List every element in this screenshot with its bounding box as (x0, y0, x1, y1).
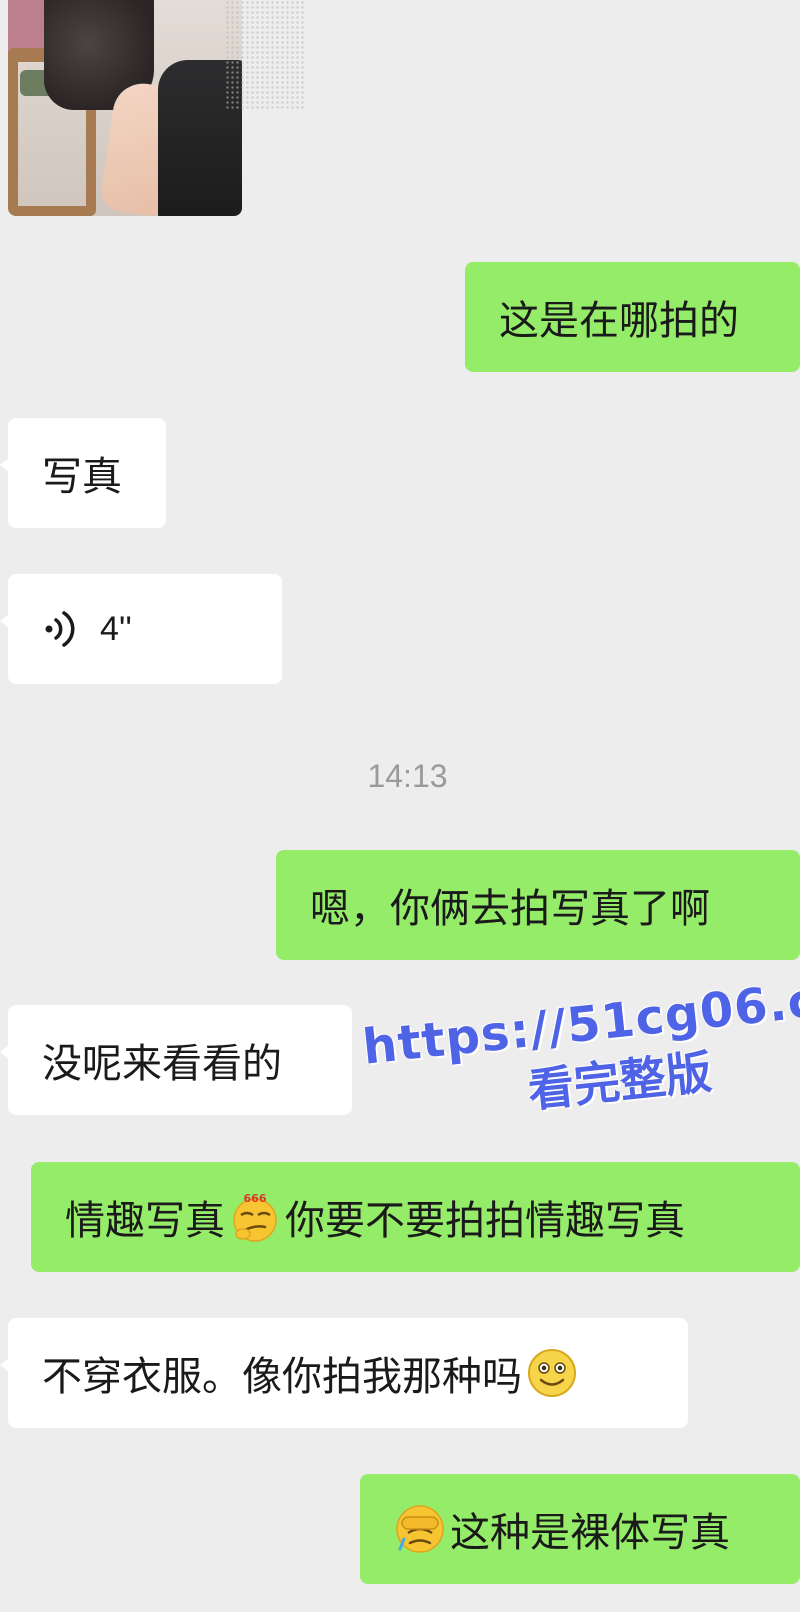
pixelation-overlay (225, 0, 305, 110)
outgoing-message[interactable]: 嗯，你俩去拍写真了啊 (276, 850, 800, 960)
message-text: 你要不要拍拍情趣写真 (285, 1198, 685, 1244)
watermark-overlay[interactable]: https://51cg06.cc 看完整版 (360, 969, 800, 1137)
facepalm-emoji-icon (396, 1505, 444, 1553)
666-smirk-emoji-icon: 666 (233, 1192, 277, 1242)
message-text: 写真 (42, 454, 122, 500)
incoming-message[interactable]: 不穿衣服。像你拍我那种吗 (0, 1318, 688, 1428)
outgoing-message[interactable]: 情趣写真 666 你要不要拍拍情趣写真 (31, 1162, 800, 1272)
message-text: 这种是裸体写真 (450, 1510, 730, 1556)
svg-text:666: 666 (244, 1192, 267, 1205)
incoming-message[interactable]: 没呢来看看的 (0, 1005, 352, 1115)
message-text: 不穿衣服。像你拍我那种吗 (42, 1354, 522, 1400)
message-text: 情趣写真 (65, 1198, 225, 1244)
outgoing-message[interactable]: 这种是裸体写真 (360, 1474, 800, 1584)
outgoing-message[interactable]: 这是在哪拍的 (465, 262, 800, 372)
incoming-voice-message[interactable]: 4'' (0, 574, 282, 684)
incoming-message[interactable]: 写真 (0, 418, 166, 528)
smile-emoji-icon (528, 1349, 576, 1397)
voice-wave-icon (45, 611, 75, 647)
chat-timestamp: 14:13 (367, 758, 448, 794)
message-text: 嗯，你俩去拍写真了啊 (310, 886, 710, 932)
voice-duration: 4'' (100, 609, 132, 648)
message-text: 没呢来看看的 (42, 1041, 282, 1087)
shared-photo-message[interactable] (8, 0, 242, 216)
message-text: 这是在哪拍的 (499, 298, 739, 344)
